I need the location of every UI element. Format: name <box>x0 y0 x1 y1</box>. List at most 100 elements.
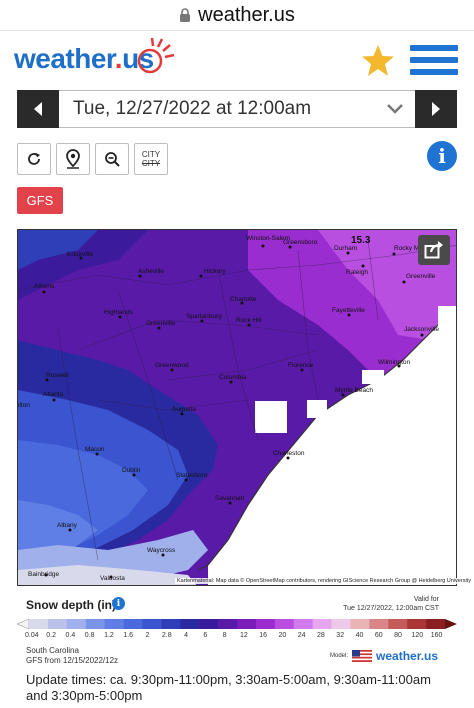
scale-swatch <box>142 619 162 629</box>
city-label: Charleston <box>273 450 305 457</box>
city-label: Spartanburg <box>186 313 222 320</box>
location-button[interactable] <box>56 143 90 175</box>
city-label: Fayetteville <box>332 307 365 314</box>
city-label: Augusta <box>172 406 196 413</box>
scale-swatch <box>199 619 219 629</box>
refresh-icon <box>28 153 40 165</box>
logo-dot: . <box>114 43 123 74</box>
city-label: Atlanta <box>43 391 64 398</box>
city-label: Hickory <box>204 268 226 275</box>
city-label: Wilmington <box>378 359 411 366</box>
info-icon[interactable]: i <box>427 141 457 171</box>
scale-swatch <box>104 619 124 629</box>
scale-tick-label: 32 <box>336 632 345 639</box>
city-label: Asheville <box>138 268 164 275</box>
model-run: GFS from 12/15/2022/12z <box>26 656 119 665</box>
legend-info-icon[interactable]: i <box>112 597 125 610</box>
logo-sun-icon <box>137 37 175 74</box>
update-times: Update times: ca. 9:30pm-11:00pm, 3:30am… <box>26 672 431 703</box>
snow-depth-map[interactable]: Knoxville Asheville Hickory Winston-Sale… <box>17 229 457 586</box>
city-label: Waycross <box>147 547 176 554</box>
city-label: Durham <box>334 245 357 252</box>
scale-max-arrow <box>445 619 457 629</box>
scale-swatch <box>180 619 200 629</box>
date-select[interactable]: Tue, 12/27/2022 at 12:00am <box>59 90 415 128</box>
hamburger-menu-icon[interactable] <box>410 45 458 79</box>
city-label: Highlands <box>104 309 134 316</box>
city-label: Florence <box>288 362 314 369</box>
region-name: South Carolina <box>26 646 79 655</box>
legend-title: Snow depth (in) <box>26 598 116 612</box>
city-label: Athens <box>34 283 55 290</box>
share-icon <box>424 241 443 259</box>
chevron-left-icon <box>34 102 42 116</box>
city-label: Rock Hill <box>236 317 262 324</box>
chevron-right-icon <box>432 102 440 116</box>
city-label: Albany <box>57 522 78 529</box>
color-scale-ticks: 0.04 0.2 0.4 0.8 1.2 1.6 2 2.8 4 6 8 12 16 20 24 28 32 40… <box>25 632 452 642</box>
model-credit-logo[interactable]: weather.us <box>376 649 438 663</box>
zoom-out-button[interactable] <box>95 143 129 175</box>
map-value-label: 15.3 <box>351 235 371 246</box>
city-label: Knoxville <box>67 251 93 258</box>
share-button[interactable] <box>418 235 450 265</box>
scale-tick-label: 20 <box>278 632 287 639</box>
valid-time-value: Tue 12/27/2022, 12:00am CST <box>343 605 439 612</box>
scale-swatch <box>350 619 370 629</box>
scale-tick-label: 1.2 <box>104 632 114 639</box>
scale-tick-label: 80 <box>394 632 402 639</box>
browser-url-bar[interactable]: weather.us <box>0 0 474 30</box>
scale-swatch <box>255 619 276 629</box>
scale-tick-label: 0.4 <box>65 632 76 639</box>
city-toggle-label-struck: CITY <box>141 159 161 168</box>
scale-swatch <box>312 619 332 629</box>
scale-tick-label: 16 <box>259 632 268 639</box>
city-label: Greenville <box>406 273 436 280</box>
valid-label: Valid for <box>413 596 439 603</box>
favorite-star-icon[interactable] <box>360 43 396 79</box>
city-label: Bainbridge <box>28 571 59 578</box>
city-label: Myrtle Beach <box>335 387 373 394</box>
scale-swatch <box>293 619 313 629</box>
site-header: weather.us <box>0 30 474 88</box>
previous-date-button[interactable] <box>17 90 59 128</box>
city-label: ilton <box>18 402 30 409</box>
scale-tick-label: 120 <box>411 632 424 639</box>
city-label: Macon <box>85 446 105 453</box>
next-date-button[interactable] <box>415 90 457 128</box>
map-toolbar: CITY CITY <box>17 143 168 175</box>
scale-swatch <box>369 619 389 629</box>
scale-tick-label: 0.8 <box>84 632 95 639</box>
url-text: weather.us <box>198 3 295 26</box>
city-label: Greensboro <box>283 239 318 246</box>
model-gfs-button[interactable]: GFS <box>17 187 63 214</box>
refresh-button[interactable] <box>17 143 51 175</box>
city-label: Raleigh <box>346 269 368 276</box>
scale-tick-label: 4 <box>184 632 188 639</box>
scale-swatch <box>161 619 181 629</box>
scale-swatch <box>274 619 295 629</box>
region-info: South Carolina GFS from 12/15/2022/12z <box>26 646 118 666</box>
city-label: Savannah <box>215 495 245 502</box>
scale-swatch <box>123 619 143 629</box>
scale-tick-label: 12 <box>239 632 248 639</box>
location-pin-icon <box>66 149 80 169</box>
scale-min-arrow <box>17 618 30 630</box>
scale-tick-label: 0.2 <box>46 632 56 639</box>
scale-tick-label: 24 <box>297 632 306 639</box>
scale-swatch <box>331 619 351 629</box>
scale-tick-label: 2.8 <box>161 632 172 639</box>
site-logo[interactable]: weather.us <box>14 43 154 75</box>
logo-text: weather <box>14 43 115 74</box>
model-credit-label: Model: <box>330 653 349 659</box>
scale-swatch <box>218 619 238 629</box>
chevron-down-icon <box>387 104 403 114</box>
scale-tick-label: 1.6 <box>123 632 134 639</box>
scale-tick-label: 60 <box>374 632 383 639</box>
scale-swatch <box>47 619 68 629</box>
city-label: Charlotte <box>230 296 257 303</box>
city-label: Columbia <box>219 374 247 381</box>
zoom-out-icon <box>105 152 120 167</box>
map-canvas: Knoxville Asheville Hickory Winston-Sale… <box>18 230 456 585</box>
city-labels-toggle[interactable]: CITY CITY <box>134 143 168 175</box>
